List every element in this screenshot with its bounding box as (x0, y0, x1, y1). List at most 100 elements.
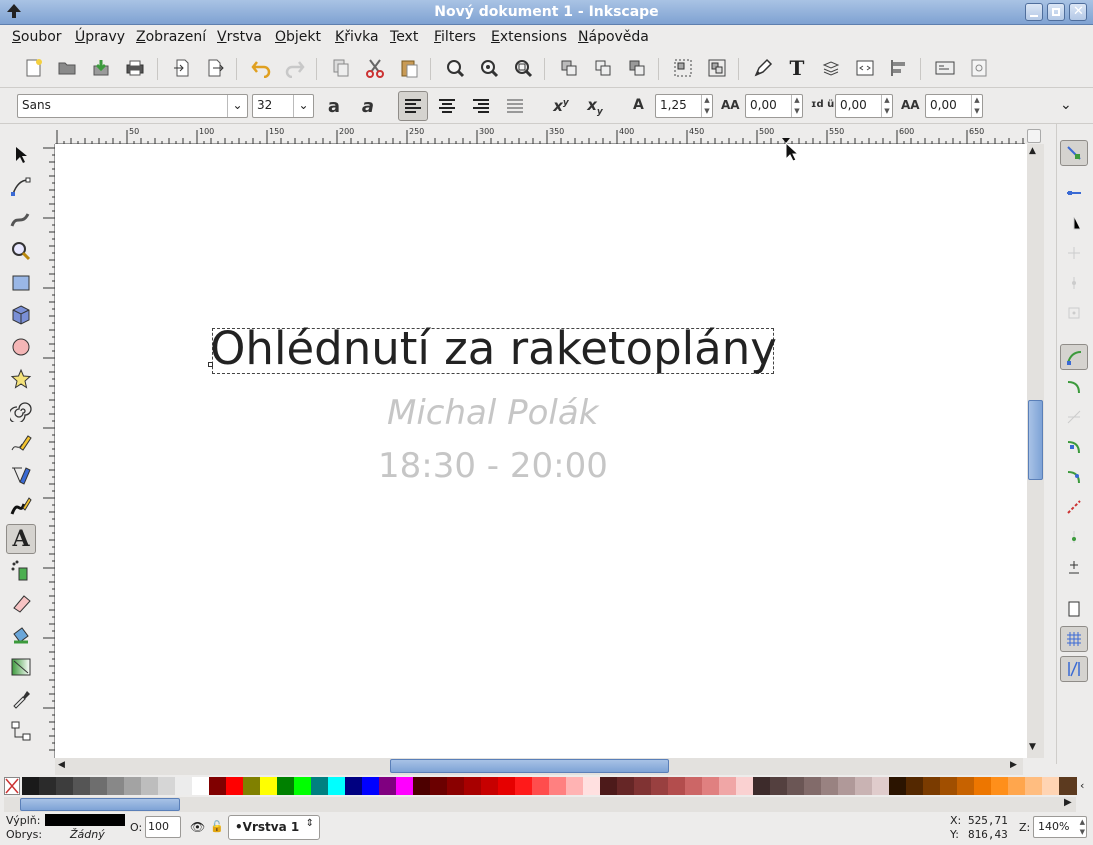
color-swatch[interactable] (600, 777, 618, 795)
connector-tool[interactable] (6, 716, 36, 746)
color-swatch[interactable] (566, 777, 584, 795)
color-swatch[interactable] (294, 777, 312, 795)
export-button[interactable] (201, 54, 229, 82)
eraser-tool[interactable] (6, 588, 36, 618)
color-swatch[interactable] (379, 777, 397, 795)
color-swatch[interactable] (141, 777, 159, 795)
color-swatch[interactable] (583, 777, 601, 795)
scroll-right-icon[interactable]: ▶ (1010, 760, 1017, 770)
color-swatch[interactable] (345, 777, 363, 795)
color-swatch[interactable] (56, 777, 74, 795)
vertical-scroll-thumb[interactable] (1028, 400, 1043, 480)
color-swatch[interactable] (430, 777, 448, 795)
snap-bbox-corners[interactable] (1060, 240, 1088, 266)
stroke-value[interactable]: Žádný (70, 828, 105, 841)
align-right-button[interactable] (467, 92, 495, 120)
snap-rotation-centers[interactable] (1060, 554, 1088, 580)
fill-indicator[interactable] (45, 814, 125, 826)
color-swatch[interactable] (991, 777, 1009, 795)
copy-button[interactable] (327, 54, 355, 82)
clone-button[interactable] (589, 54, 617, 82)
justify-button[interactable] (501, 92, 529, 120)
snap-cusp-nodes[interactable] (1060, 434, 1088, 460)
color-swatch[interactable] (22, 777, 40, 795)
snap-bbox[interactable] (1060, 180, 1088, 206)
redo-button[interactable] (281, 54, 309, 82)
snap-page-border[interactable] (1060, 596, 1088, 622)
horizontal-ruler[interactable]: 50 100 150 200 250 300 350 400 450 500 550 600 650 (55, 124, 1025, 144)
snap-paths[interactable] (1060, 374, 1088, 400)
color-swatch[interactable] (736, 777, 754, 795)
document-properties-button[interactable] (931, 54, 959, 82)
scroll-up-icon[interactable]: ▲ (1029, 146, 1036, 156)
layers-button[interactable] (817, 54, 845, 82)
eye-icon[interactable]: 👁 (190, 820, 205, 834)
color-swatch[interactable] (651, 777, 669, 795)
snap-grid[interactable] (1060, 626, 1088, 652)
letter-spacing-input[interactable]: 0,00 ▲ ▼ (745, 94, 803, 118)
color-swatch[interactable] (226, 777, 244, 795)
horizontal-scrollbar[interactable]: ◀ ▶ (55, 758, 1023, 775)
pen-tool[interactable] (6, 460, 36, 490)
color-swatch[interactable] (974, 777, 992, 795)
undo-button[interactable] (247, 54, 275, 82)
paste-button[interactable] (395, 54, 423, 82)
scroll-left-icon[interactable]: ◀ (58, 760, 65, 770)
menu-soubor[interactable]: Soubor (12, 29, 62, 45)
color-swatch[interactable] (124, 777, 142, 795)
color-swatch[interactable] (243, 777, 261, 795)
color-swatch[interactable] (481, 777, 499, 795)
open-button[interactable] (53, 54, 81, 82)
color-swatch[interactable] (957, 777, 975, 795)
palette-scrollbar[interactable]: ▶ (4, 797, 1076, 812)
menu-objekt[interactable]: Objekt (275, 29, 321, 45)
align-button[interactable] (885, 54, 913, 82)
palette-scroll-icon[interactable]: ‹ (1080, 779, 1084, 792)
color-swatch[interactable] (90, 777, 108, 795)
color-swatch[interactable] (821, 777, 839, 795)
color-swatch[interactable] (787, 777, 805, 795)
subscript-button[interactable]: xy (581, 92, 609, 120)
color-swatch[interactable] (328, 777, 346, 795)
layer-select[interactable]: •Vrstva 1 ⇕ (228, 815, 320, 840)
lock-icon[interactable]: 🔓 (210, 820, 224, 833)
text-font-button[interactable]: T (783, 54, 811, 82)
font-italic-button[interactable]: a (354, 92, 382, 120)
snap-bbox-edges[interactable] (1060, 210, 1088, 236)
toolbar-overflow-chevron-icon[interactable]: ⌄ (1060, 97, 1072, 113)
color-swatch[interactable] (515, 777, 533, 795)
color-swatch[interactable] (311, 777, 329, 795)
import-page-button[interactable] (168, 54, 196, 82)
color-swatch[interactable] (906, 777, 924, 795)
color-swatch[interactable] (362, 777, 380, 795)
paint-bucket-tool[interactable] (6, 620, 36, 650)
vertical-scrollbar[interactable]: ▲ ▼ (1027, 144, 1044, 758)
color-swatch[interactable] (175, 777, 193, 795)
line-spacing-input[interactable]: 1,25 ▲ ▼ (655, 94, 713, 118)
color-swatch[interactable] (192, 777, 210, 795)
rectangle-tool[interactable] (6, 268, 36, 298)
menu-krivka[interactable]: Křivka (335, 29, 379, 45)
tweak-tool[interactable] (6, 204, 36, 234)
color-swatch[interactable] (634, 777, 652, 795)
selector-tool[interactable] (6, 140, 36, 170)
color-swatch[interactable] (1025, 777, 1043, 795)
maximize-button[interactable] (1047, 3, 1065, 21)
color-swatch[interactable] (1042, 777, 1060, 795)
color-swatch[interactable] (107, 777, 125, 795)
color-swatch[interactable] (702, 777, 720, 795)
zoom-spin-icon[interactable]: ▲ ▼ (1080, 817, 1085, 837)
snap-line-midpoints[interactable] (1060, 494, 1088, 520)
menu-upravy[interactable]: Úpravy (75, 29, 125, 45)
color-swatch[interactable] (1059, 777, 1077, 795)
color-swatch[interactable] (872, 777, 890, 795)
zoom-drawing-button[interactable] (475, 54, 503, 82)
color-swatch[interactable] (73, 777, 91, 795)
color-swatch[interactable] (668, 777, 686, 795)
snap-object-centers[interactable] (1060, 524, 1088, 550)
text-tool[interactable]: A (6, 524, 36, 554)
color-swatch[interactable] (209, 777, 227, 795)
node-tool[interactable] (6, 172, 36, 202)
xml-editor-button[interactable] (851, 54, 879, 82)
snap-bbox-midpoints[interactable] (1060, 270, 1088, 296)
